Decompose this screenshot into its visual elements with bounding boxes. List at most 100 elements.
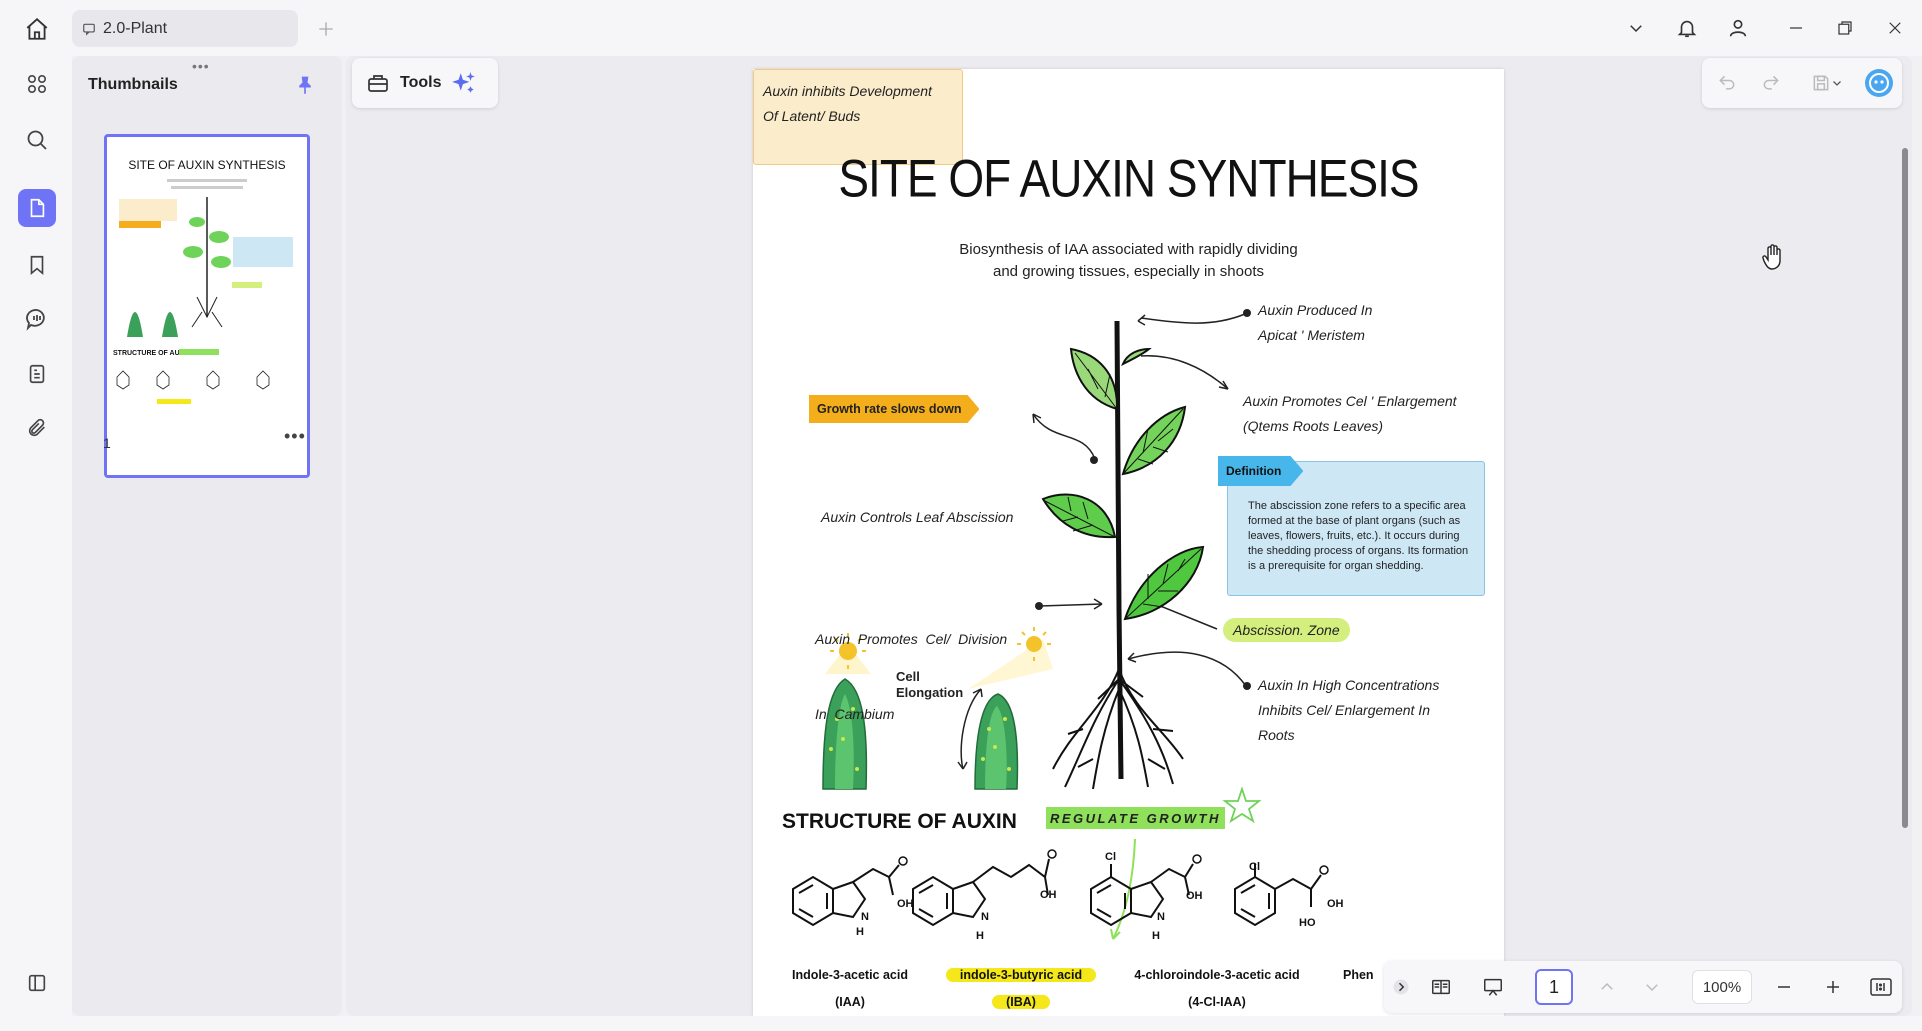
next-page-button[interactable] [1637, 972, 1667, 1002]
arrow-roots [1127, 651, 1247, 687]
bookmarks-button[interactable] [18, 246, 56, 284]
undo-button[interactable] [1712, 68, 1742, 98]
collapse-bar-button[interactable] [1390, 972, 1412, 1002]
meristem-line: Apicat ' Meristem [1258, 327, 1365, 343]
thumbnail-more-button[interactable]: ••• [284, 426, 306, 447]
meristem-line: Auxin Produced In [1258, 302, 1373, 318]
document-stack-icon [29, 364, 45, 384]
tools-label[interactable]: Tools [400, 74, 441, 92]
notifications-button[interactable] [1665, 8, 1709, 48]
ai-sparkle-icon[interactable] [451, 70, 477, 96]
pages-button[interactable] [18, 189, 56, 227]
subtitle-line: and growing tissues, especially in shoot… [993, 263, 1264, 280]
definition-tag: Definition [1218, 456, 1304, 486]
chem-cl-label: Cl [1249, 861, 1260, 873]
chem-h-label: H [856, 926, 864, 938]
sidebar-icon [28, 974, 46, 992]
presentation-icon [1484, 978, 1502, 996]
bell-icon [1677, 20, 1697, 38]
structure-title: STRUCTURE OF AUXIN [782, 810, 1017, 833]
previous-page-button[interactable] [1592, 972, 1622, 1002]
thumbnail-panel: ••• Thumbnails SITE OF AUXIN SYNTHESIS S… [72, 56, 342, 1016]
chem-ho-label: HO [1299, 917, 1316, 929]
plus-icon [1827, 981, 1839, 993]
toolbox-icon[interactable] [366, 71, 390, 95]
tools-bar: Tools [352, 58, 498, 108]
search-button[interactable] [18, 121, 56, 159]
search-icon [27, 130, 47, 150]
chem-oh-label: OH [897, 898, 914, 910]
arrow-enlargement [1140, 355, 1229, 390]
home-button[interactable] [17, 9, 57, 49]
definition-text: The abscission zone refers to a specific… [1248, 500, 1469, 572]
chat-bubble-icon [83, 23, 95, 36]
page-title: SITE OF AUXIN SYNTHESIS [838, 148, 1419, 208]
high-conc-line: Roots [1258, 727, 1295, 743]
chem-abbr: (4-Cl-IAA) [1188, 995, 1246, 1009]
high-concentration-note: Auxin In High Concentrations Inhibits Ce… [1258, 673, 1439, 748]
chevron-down-icon [1833, 81, 1841, 86]
star-doodle [1222, 786, 1262, 824]
chem-name: indole-3-butyric acid [945, 968, 1097, 982]
thumbnail-page-number: 1 [103, 435, 111, 451]
page-subtitle: Biosynthesis of IAA associated with rapi… [753, 239, 1504, 283]
hand-cursor-icon [1762, 244, 1781, 270]
pin-panel-button[interactable] [290, 70, 320, 100]
paperclip-icon [28, 418, 45, 437]
leaf-abscission-note: Auxin Controls Leaf Abscission [821, 509, 1014, 525]
chem-n-label: N [1157, 911, 1165, 923]
chem-h-label: H [1152, 930, 1160, 942]
comments-button[interactable] [18, 300, 56, 338]
arrow-meristem [1140, 313, 1246, 324]
chem-h-label: H [976, 930, 984, 942]
restore-icon [1838, 21, 1852, 35]
grid-icon [27, 74, 47, 94]
book-layout-icon [1432, 979, 1450, 995]
meristem-note: Auxin Produced In Apicat ' Meristem [1258, 298, 1372, 348]
user-icon [1729, 19, 1747, 37]
attachment-button[interactable] [18, 409, 56, 447]
plus-icon [319, 22, 333, 36]
presentation-button[interactable] [1478, 972, 1508, 1002]
thumbnail-preview: SITE OF AUXIN SYNTHESIS STRUCTURE OF AUX… [107, 137, 307, 475]
redo-button[interactable] [1756, 68, 1786, 98]
new-tab-button[interactable] [306, 9, 346, 49]
ai-assistant-icon [1865, 69, 1893, 97]
undo-icon [1719, 75, 1735, 90]
account-button[interactable] [1716, 8, 1760, 48]
thumbnail-title-text: SITE OF AUXIN SYNTHESIS [128, 158, 285, 172]
vertical-scrollbar[interactable] [1902, 148, 1908, 828]
chevron-down-icon [1646, 984, 1658, 992]
actual-size-button[interactable] [1866, 972, 1896, 1002]
chem-abbr: (IBA) [992, 995, 1050, 1009]
chem-oh-label: OH [1186, 890, 1203, 902]
division-line: Auxin Promotes Cel/ Division [815, 631, 1008, 647]
cell-elongation-label: Cell Elongation [896, 669, 963, 701]
sidebar-toggle-button[interactable] [18, 964, 56, 1002]
cell-elongation-line: Cell [896, 669, 920, 684]
apps-button[interactable] [18, 65, 56, 103]
zoom-out-button[interactable] [1769, 972, 1799, 1002]
zoom-level[interactable]: 100% [1692, 970, 1752, 1004]
page-number-input[interactable]: 1 [1535, 969, 1573, 1005]
division-line: In Cambium [815, 706, 895, 722]
attachments-panel-button[interactable] [18, 355, 56, 393]
chem-n-label: N [861, 911, 869, 923]
close-button[interactable] [1873, 8, 1917, 48]
comment-icon [26, 309, 45, 331]
restore-button[interactable] [1823, 8, 1867, 48]
ai-assistant-button[interactable] [1864, 68, 1894, 98]
minimize-button[interactable] [1774, 8, 1818, 48]
document-tab[interactable]: 2.0-Plant [72, 10, 298, 47]
zoom-in-button[interactable] [1818, 972, 1848, 1002]
panel-resize-handle[interactable]: ••• [192, 58, 210, 74]
chemical-structures [792, 858, 1322, 927]
tabs-dropdown-button[interactable] [1614, 8, 1658, 48]
save-options-button[interactable] [1828, 68, 1846, 98]
enlargement-line: (Qtems Roots Leaves) [1243, 418, 1384, 434]
page-thumbnail[interactable]: SITE OF AUXIN SYNTHESIS STRUCTURE OF AUX… [104, 134, 310, 478]
page-layout-button[interactable] [1426, 972, 1456, 1002]
chevron-right-icon [1393, 979, 1409, 995]
thumbnails-title: Thumbnails [88, 76, 178, 93]
title-bar: 2.0-Plant [0, 0, 1922, 56]
